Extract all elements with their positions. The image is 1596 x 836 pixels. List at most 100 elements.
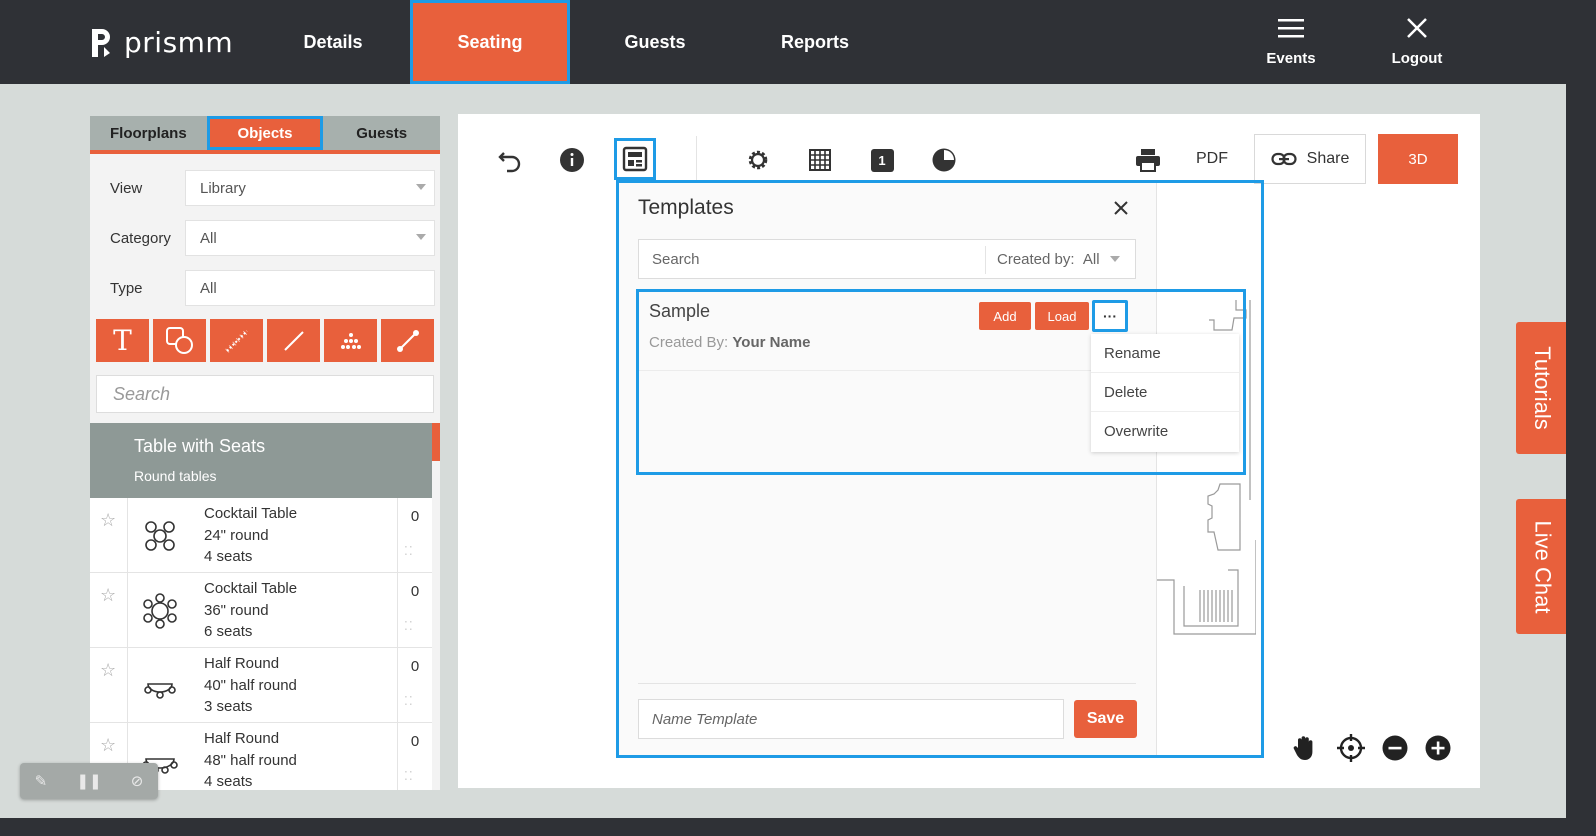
pause-icon[interactable]: ❚❚ (76, 772, 101, 790)
settings-button[interactable] (744, 146, 772, 174)
item-name: Cocktail Table 36" round 6 seats (204, 580, 298, 640)
grid-button[interactable] (806, 146, 834, 174)
line-tool-button[interactable] (267, 319, 320, 362)
recording-controls: ✎ ❚❚ ⊘ (20, 763, 158, 799)
crosshair-icon (1337, 734, 1365, 762)
connector-tool-button[interactable] (381, 319, 434, 362)
zoom-in-button[interactable] (1423, 733, 1453, 763)
link-icon (1271, 152, 1297, 166)
connector-icon (396, 329, 419, 352)
template-name: Sample (649, 301, 711, 321)
shape-tool-button[interactable] (153, 319, 206, 362)
contrast-icon (932, 148, 956, 172)
search-placeholder: Search (652, 251, 700, 268)
rows-tool-button[interactable] (324, 319, 377, 362)
menu-item-overwrite[interactable]: Overwrite (1091, 412, 1239, 451)
templates-title: Templates (638, 196, 734, 219)
grid-icon (809, 149, 831, 171)
events-label: Events (1266, 50, 1316, 67)
tab-objects[interactable]: Objects (206, 116, 324, 150)
nav-details[interactable]: Details (278, 0, 388, 84)
nav-reports[interactable]: Reports (760, 0, 870, 84)
info-button[interactable] (558, 146, 586, 174)
pan-button[interactable] (1290, 733, 1320, 763)
category-select[interactable]: All (185, 220, 435, 256)
list-item[interactable]: ☆ Cocktail Table 24" round 4 seats 0 ⁚⁚ (90, 498, 432, 573)
undo-button[interactable] (496, 146, 524, 174)
type-select[interactable]: All (185, 270, 435, 306)
tab-floorplans[interactable]: Floorplans (90, 116, 207, 150)
star-icon[interactable]: ☆ (100, 585, 116, 606)
recenter-button[interactable] (1336, 733, 1366, 763)
logo-text: prismm (124, 26, 234, 59)
created-by-filter[interactable]: Created by: All (997, 251, 1100, 268)
dots-grid-icon (340, 332, 361, 349)
chevron-down-icon (1110, 256, 1120, 262)
hand-icon (1293, 736, 1313, 760)
object-tools: T (96, 319, 434, 362)
gear-icon (748, 150, 768, 170)
line-icon (283, 330, 304, 351)
pdf-button[interactable]: PDF (1196, 150, 1228, 168)
template-list: Sample Created By: Your Name Add Load ··… (636, 289, 1246, 475)
page-number-icon: 1 (870, 148, 894, 172)
star-icon[interactable]: ☆ (100, 735, 116, 756)
logo[interactable]: prismm (90, 26, 233, 59)
page-number: 1 (878, 152, 886, 168)
list-item[interactable]: ☆ Half Round 40" half round 3 seats 0 ⁚⁚ (90, 648, 432, 723)
logout-button[interactable]: Logout (1362, 16, 1472, 67)
table-6-seats-icon (143, 593, 177, 629)
tutorials-label: Tutorials (1530, 346, 1556, 430)
list-item[interactable]: ☆ Cocktail Table 36" round 6 seats 0 ⁚⁚ (90, 573, 432, 648)
category-subtitle: Round tables (134, 468, 217, 484)
templates-icon (622, 146, 648, 172)
print-button[interactable] (1134, 146, 1162, 174)
object-search-input[interactable]: Search (96, 375, 434, 413)
name-template-input[interactable]: Name Template (638, 699, 1064, 739)
star-icon[interactable]: ☆ (100, 660, 116, 681)
objects-panel: Floorplans Objects Guests View Library C… (90, 116, 440, 790)
more-options-button[interactable]: ··· (1092, 300, 1128, 332)
template-search-input[interactable]: Search Created by: All (638, 239, 1136, 279)
drag-handle-icon[interactable]: ⁚⁚ (404, 769, 414, 783)
shapes-icon (165, 326, 193, 354)
half-round-table-icon (144, 683, 176, 699)
minus-icon (1382, 735, 1408, 761)
tab-guests[interactable]: Guests (323, 116, 440, 150)
drag-handle-icon[interactable]: ⁚⁚ (404, 544, 414, 558)
annotate-icon[interactable]: ✎ (35, 772, 48, 790)
save-button[interactable]: Save (1074, 700, 1137, 738)
close-button[interactable] (1113, 195, 1129, 223)
page-button[interactable]: 1 (868, 146, 896, 174)
star-icon[interactable]: ☆ (100, 510, 116, 531)
top-nav-bar: prismm Details Seating Guests Reports Ev… (0, 0, 1596, 84)
nav-seating[interactable]: Seating (410, 0, 570, 84)
nav-guests[interactable]: Guests (600, 0, 710, 84)
contrast-button[interactable] (930, 146, 958, 174)
view-select[interactable]: Library (185, 170, 435, 206)
category-header[interactable]: Table with Seats Round tables (90, 423, 432, 498)
menu-item-delete[interactable]: Delete (1091, 373, 1239, 412)
item-count: 0 (410, 583, 420, 600)
measure-tool-button[interactable] (210, 319, 263, 362)
load-template-button[interactable]: Load (1035, 302, 1089, 330)
share-button[interactable]: Share (1254, 134, 1366, 184)
menu-item-rename[interactable]: Rename (1091, 334, 1239, 373)
text-tool-button[interactable]: T (96, 319, 149, 362)
live-chat-label: Live Chat (1530, 520, 1556, 613)
templates-button[interactable] (614, 138, 656, 180)
close-icon (1405, 16, 1429, 44)
camera-off-icon[interactable]: ⊘ (131, 772, 144, 790)
add-template-button[interactable]: Add (979, 302, 1031, 330)
scrollbar-thumb[interactable] (432, 423, 440, 461)
drag-handle-icon[interactable]: ⁚⁚ (404, 619, 414, 633)
share-label: Share (1306, 150, 1350, 167)
drag-handle-icon[interactable]: ⁚⁚ (404, 694, 414, 708)
tutorials-tab[interactable]: Tutorials (1516, 322, 1568, 454)
live-chat-tab[interactable]: Live Chat (1516, 499, 1568, 634)
item-name: Half Round 40" half round 3 seats (204, 655, 297, 715)
3d-button[interactable]: 3D (1378, 134, 1458, 184)
chevron-down-icon (416, 184, 426, 190)
events-button[interactable]: Events (1236, 16, 1346, 67)
zoom-out-button[interactable] (1380, 733, 1410, 763)
